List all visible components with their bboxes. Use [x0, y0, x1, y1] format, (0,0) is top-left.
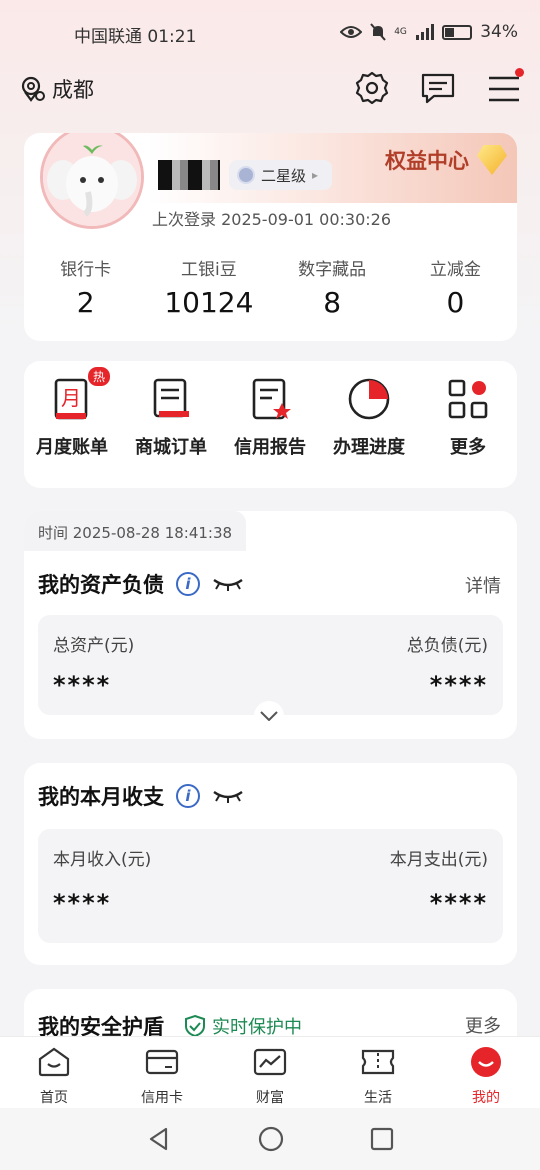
- location-pin-icon: [21, 76, 45, 102]
- total-assets-value: ****: [53, 671, 112, 699]
- mute-bell-icon: [370, 23, 386, 41]
- income-value: ****: [53, 889, 112, 917]
- total-assets-label: 总资产(元): [53, 636, 135, 656]
- rights-center-button[interactable]: 权益中心: [385, 145, 507, 175]
- star-gem-icon: [237, 166, 255, 184]
- system-nav-bar: [0, 1108, 540, 1170]
- mall-order-icon: [147, 375, 195, 423]
- income-card: 我的本月收支 i 本月收入(元) 本月支出(元) **** ****: [24, 763, 517, 965]
- total-debt-value: ****: [429, 671, 488, 699]
- star-level-label: 二星级: [261, 166, 307, 185]
- chevron-right-icon: ▸: [312, 168, 319, 182]
- eye-closed-icon[interactable]: [212, 788, 244, 804]
- shortcut-monthly-bill[interactable]: 月 热 月度账单: [22, 367, 122, 459]
- income-label: 本月收入(元): [53, 850, 152, 870]
- info-icon[interactable]: i: [176, 572, 200, 596]
- income-title: 我的本月收支: [38, 785, 164, 809]
- tab-credit-card[interactable]: 信用卡: [108, 1037, 216, 1108]
- income-summary: 本月收入(元) 本月支出(元) **** ****: [38, 829, 503, 943]
- ticket-icon: [361, 1049, 395, 1075]
- tab-home[interactable]: 首页: [0, 1037, 108, 1108]
- stat-discount-credit[interactable]: 立减金 0: [394, 255, 517, 319]
- message-icon: [421, 73, 455, 104]
- expense-value: ****: [429, 889, 488, 917]
- home-icon: [38, 1047, 70, 1077]
- profile-stats: 银行卡 2 工银i豆 10124 数字藏品 8 立减金 0: [24, 255, 517, 319]
- wealth-chart-icon: [253, 1048, 287, 1076]
- home-circle-icon[interactable]: [258, 1126, 284, 1152]
- stat-i-beans[interactable]: 工银i豆 10124: [147, 255, 270, 319]
- chevron-down-icon: [260, 711, 278, 721]
- status-bar: 中国联通 01:21 4G 34%: [0, 18, 540, 48]
- expand-button[interactable]: [254, 701, 284, 731]
- battery-percent: 34%: [480, 22, 518, 42]
- expense-label: 本月支出(元): [389, 850, 488, 870]
- messages-button[interactable]: [420, 70, 456, 106]
- svg-text:月: 月: [61, 386, 81, 410]
- shortcuts-card: 月 热 月度账单 商城订单 信用报告 办理进度 更多: [24, 361, 517, 488]
- tab-life[interactable]: 生活: [324, 1037, 432, 1108]
- more-grid-icon: [444, 375, 492, 423]
- shortcut-credit-report[interactable]: 信用报告: [220, 375, 320, 459]
- back-icon[interactable]: [146, 1126, 172, 1152]
- location-selector[interactable]: 成都: [20, 74, 94, 104]
- tab-wealth[interactable]: 财富: [216, 1037, 324, 1108]
- profile-card: 二星级 ▸ 权益中心 上次登录 2025-09-01 00:30:26 银行卡 2…: [24, 133, 517, 341]
- shortcut-more[interactable]: 更多: [418, 375, 518, 459]
- battery-icon: [442, 24, 473, 40]
- notification-dot: [515, 68, 524, 77]
- stat-bank-cards[interactable]: 银行卡 2: [24, 255, 147, 319]
- mine-icon: [471, 1047, 501, 1077]
- monthly-bill-icon: 月 热: [48, 367, 110, 423]
- star-level-badge[interactable]: 二星级 ▸: [229, 160, 333, 190]
- username-masked: [158, 160, 220, 190]
- recents-icon[interactable]: [370, 1127, 394, 1151]
- location-label: 成都: [52, 78, 94, 102]
- credit-report-icon: [246, 375, 294, 423]
- diamond-icon: [477, 145, 507, 175]
- progress-icon: [345, 375, 393, 423]
- carrier-time: 中国联通 01:21: [74, 27, 197, 47]
- menu-button[interactable]: [486, 68, 524, 106]
- network-type: 4G: [394, 26, 407, 37]
- elephant-mascot-icon: [43, 133, 141, 226]
- info-icon[interactable]: i: [176, 784, 200, 808]
- shortcut-mall-orders[interactable]: 商城订单: [121, 375, 221, 459]
- eye-icon: [340, 26, 363, 38]
- header: 成都: [0, 64, 540, 114]
- avatar[interactable]: [40, 133, 144, 229]
- rights-center-label: 权益中心: [385, 149, 469, 173]
- status-icons: 4G 34%: [340, 22, 518, 42]
- total-debt-label: 总负债(元): [406, 636, 488, 656]
- credit-card-icon: [145, 1049, 179, 1075]
- assets-title-row: 我的资产负债 i: [38, 569, 244, 599]
- gear-icon: [355, 71, 389, 105]
- shield-check-icon: [185, 1014, 205, 1038]
- assets-detail-link[interactable]: 详情: [465, 572, 501, 598]
- security-more-link[interactable]: 更多: [465, 1012, 501, 1038]
- tab-mine[interactable]: 我的: [432, 1037, 540, 1108]
- income-title-row: 我的本月收支 i: [38, 781, 244, 811]
- signal-icon: [416, 24, 435, 40]
- bottom-tab-bar: 首页 信用卡 财富 生活 我的: [0, 1036, 540, 1108]
- hot-badge: 热: [87, 367, 110, 386]
- assets-summary: 总资产(元) 总负债(元) **** ****: [38, 615, 503, 715]
- settings-button[interactable]: [354, 70, 390, 106]
- shortcut-progress[interactable]: 办理进度: [319, 375, 419, 459]
- eye-closed-icon[interactable]: [212, 576, 244, 592]
- assets-time: 时间 2025-08-28 18:41:38: [24, 511, 247, 551]
- stat-digital-collectibles[interactable]: 数字藏品 8: [271, 255, 394, 319]
- last-login: 上次登录 2025-09-01 00:30:26: [152, 210, 392, 229]
- assets-card: 时间 2025-08-28 18:41:38 我的资产负债 i 详情 总资产(元…: [24, 511, 517, 739]
- assets-title: 我的资产负债: [38, 573, 164, 597]
